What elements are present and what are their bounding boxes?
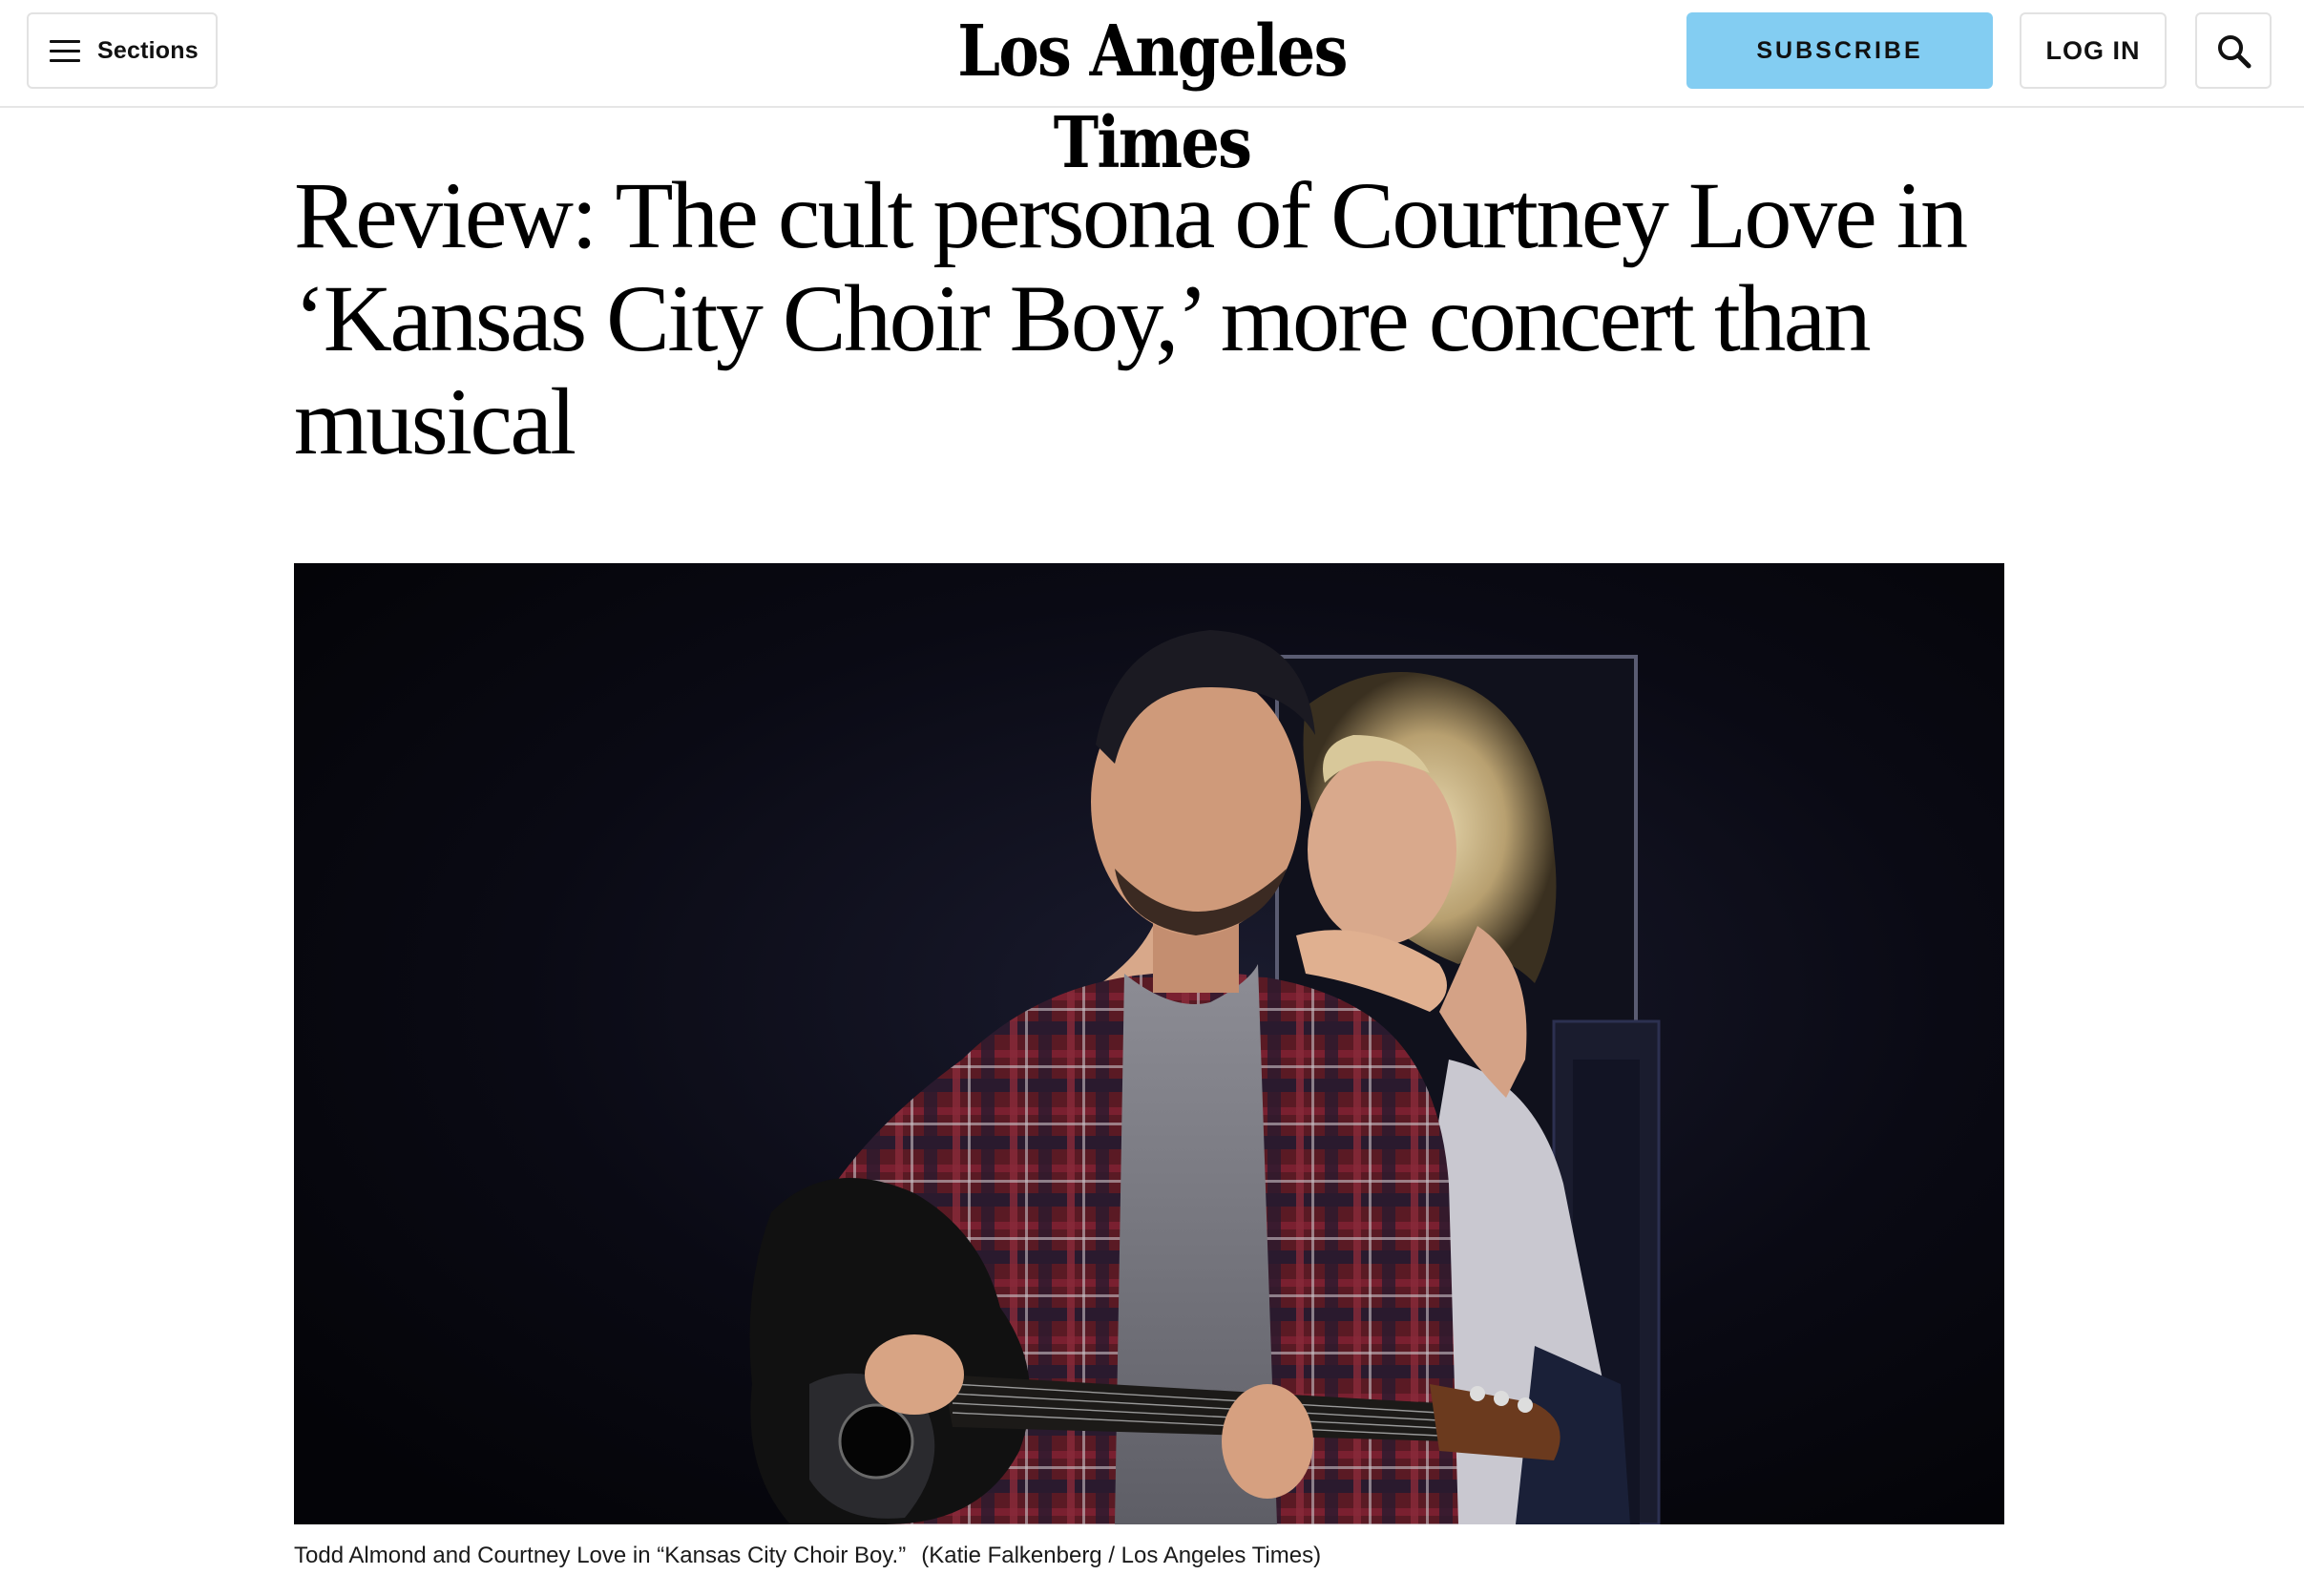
caption-text: Todd Almond and Courtney Love in “Kansas… [294, 1543, 907, 1568]
headline-line: musical [294, 368, 576, 474]
login-button[interactable]: LOG IN [2020, 12, 2167, 89]
search-icon [2218, 35, 2252, 69]
site-logo[interactable]: Los Angeles Times [884, 6, 1420, 184]
subscribe-button[interactable]: SUBSCRIBE [1686, 12, 1993, 89]
article-photo [294, 563, 2004, 1524]
site-header: Sections Los Angeles Times SUBSCRIBE LOG… [0, 0, 2304, 184]
sections-label: Sections [97, 37, 199, 64]
headline-line: ‘Kansas City Choir Boy,’ more concert th… [294, 265, 1872, 371]
photo-credit: (Katie Falkenberg / Los Angeles Times) [921, 1543, 1322, 1568]
search-button[interactable] [2195, 12, 2272, 89]
headline-line: Review: The cult persona of Courtney Lov… [294, 162, 1968, 268]
photo-caption: Todd Almond and Courtney Love in “Kansas… [294, 1539, 2004, 1573]
article-headline: Review: The cult persona of Courtney Lov… [294, 164, 2012, 473]
hamburger-menu-icon [50, 40, 80, 63]
sections-menu-button[interactable]: Sections [27, 12, 218, 89]
